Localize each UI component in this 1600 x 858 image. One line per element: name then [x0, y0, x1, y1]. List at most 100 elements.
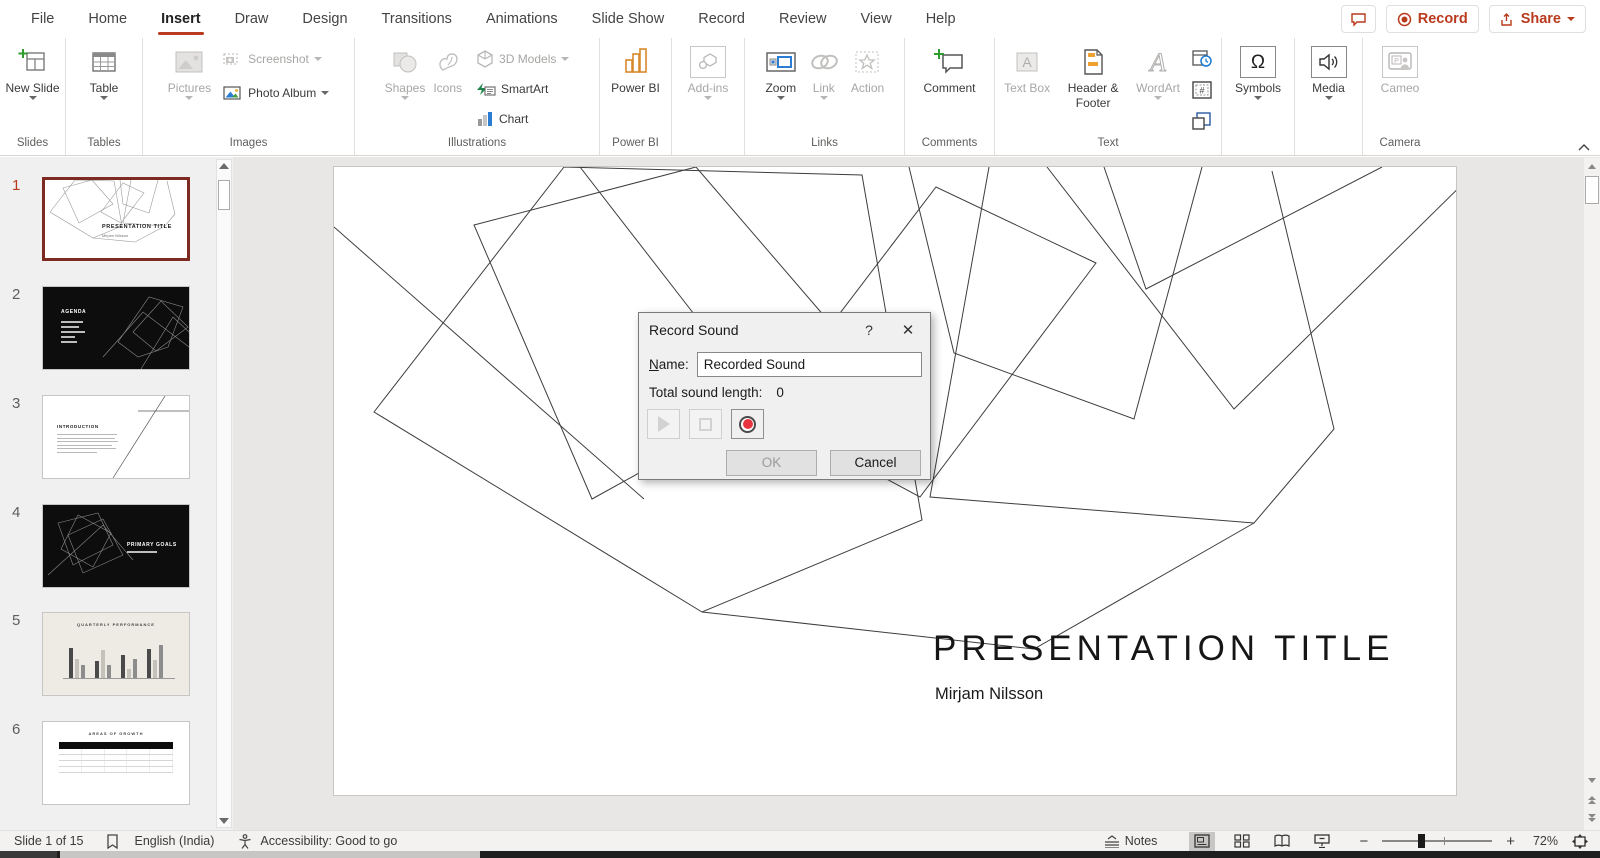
dialog-title-bar[interactable]: Record Sound ? ✕	[639, 313, 930, 346]
play-sound-button[interactable]	[647, 409, 680, 439]
cancel-button[interactable]: Cancel	[830, 450, 921, 476]
thumbnail-scrollbar-thumb[interactable]	[218, 180, 230, 210]
media-button[interactable]: Media	[1308, 43, 1350, 102]
chevron-up-icon	[1578, 144, 1590, 151]
canvas-scrollbar[interactable]	[1584, 158, 1600, 830]
slide-thumbnail-1[interactable]: PRESENTATION TITLE Mirjam Nilsson	[42, 177, 190, 261]
fit-slide-to-window-button[interactable]	[1572, 834, 1588, 849]
record-button[interactable]: Record	[1386, 5, 1479, 33]
content-area: 1 PRESENTATION TITLE Mirjam Nilsson 2	[0, 157, 1600, 830]
new-slide-button[interactable]: New Slide	[2, 43, 62, 102]
table-button[interactable]: Table	[87, 43, 122, 102]
slide-indicator[interactable]: Slide 1 of 15	[14, 834, 84, 848]
zoom-level[interactable]: 72%	[1533, 834, 1558, 848]
symbols-button[interactable]: Ω Symbols	[1232, 43, 1284, 102]
ok-button[interactable]: OK	[726, 450, 817, 476]
scroll-down-button[interactable]	[1584, 772, 1600, 788]
zoom-in-button[interactable]: +	[1506, 833, 1515, 850]
ribbon-group-add-ins: Add-ins	[672, 38, 745, 155]
menu-tab-file[interactable]: File	[14, 0, 71, 38]
reading-view-button[interactable]	[1269, 832, 1295, 851]
comment-button[interactable]: Comment	[920, 43, 978, 98]
menu-tab-review[interactable]: Review	[762, 0, 844, 38]
scroll-down-icon[interactable]	[219, 818, 229, 824]
screenshot-button[interactable]: Screenshot	[220, 46, 332, 72]
photo-album-button[interactable]: Photo Album	[220, 80, 332, 106]
icons-button[interactable]: Icons	[430, 43, 465, 98]
text-box-button[interactable]: A Text Box	[1001, 43, 1053, 98]
canvas-scrollbar-thumb[interactable]	[1585, 176, 1599, 204]
accessibility-icon[interactable]	[238, 834, 252, 849]
menu-tab-design[interactable]: Design	[285, 0, 364, 38]
text-box-icon: A	[1013, 45, 1041, 79]
zoom-slider-handle[interactable]	[1418, 834, 1425, 848]
normal-view-button[interactable]	[1189, 832, 1215, 851]
chevron-down-icon	[1154, 96, 1162, 100]
name-label: Name:	[649, 357, 689, 372]
power-bi-button[interactable]: Power BI	[608, 43, 663, 98]
thumbnail-title: INTRODUCTION	[57, 424, 99, 429]
slide-number-icon: #	[1192, 81, 1212, 99]
slide-thumbnail-2[interactable]: AGENDA	[42, 286, 190, 370]
menu-tab-view[interactable]: View	[844, 0, 909, 38]
record-icon	[739, 416, 756, 433]
next-slide-button[interactable]	[1584, 810, 1600, 826]
slide-thumbnail-4[interactable]: PRIMARY GOALS	[42, 504, 190, 588]
record-sound-button[interactable]	[731, 409, 764, 439]
collapse-ribbon-button[interactable]	[1578, 144, 1590, 151]
slide-thumbnail-6[interactable]: AREAS OF GROWTH	[42, 721, 190, 805]
chevron-down-icon	[1254, 96, 1262, 100]
share-button[interactable]: Share	[1489, 5, 1586, 33]
chevron-down-icon	[314, 57, 322, 61]
action-button[interactable]: Action	[848, 43, 887, 98]
spellcheck-icon[interactable]	[106, 834, 119, 849]
header-footer-button[interactable]: Header & Footer	[1059, 43, 1127, 113]
menu-tab-record[interactable]: Record	[681, 0, 762, 38]
slideshow-view-button[interactable]	[1309, 832, 1335, 851]
link-label: Link	[813, 81, 835, 96]
menu-tab-help[interactable]: Help	[909, 0, 973, 38]
menu-tab-insert[interactable]: Insert	[144, 0, 218, 38]
add-ins-button[interactable]: Add-ins	[685, 43, 732, 102]
menu-tab-slide-show[interactable]: Slide Show	[575, 0, 682, 38]
slide-title-text[interactable]: PRESENTATION TITLE	[933, 629, 1394, 669]
wordart-button[interactable]: A WordArt	[1133, 43, 1183, 102]
zoom-button[interactable]: Zoom	[762, 43, 800, 102]
slide-thumbnail-3[interactable]: INTRODUCTION	[42, 395, 190, 479]
menu-tab-home[interactable]: Home	[71, 0, 144, 38]
slide-number-button[interactable]: #	[1189, 77, 1215, 103]
smartart-button[interactable]: SmartArt	[473, 76, 572, 102]
menu-tab-draw[interactable]: Draw	[218, 0, 286, 38]
cameo-button[interactable]: P Cameo	[1378, 43, 1423, 98]
scroll-up-icon[interactable]	[219, 163, 229, 169]
menu-tab-transitions[interactable]: Transitions	[365, 0, 469, 38]
slide-subtitle-text[interactable]: Mirjam Nilsson	[935, 685, 1043, 704]
chart-button[interactable]: Chart	[473, 106, 572, 132]
dialog-close-button[interactable]: ✕	[886, 321, 930, 339]
3d-models-button[interactable]: 3D Models	[473, 46, 572, 72]
thumbnail-scrollbar[interactable]	[216, 159, 232, 828]
previous-slide-button[interactable]	[1584, 792, 1600, 808]
dialog-help-button[interactable]: ?	[852, 322, 886, 338]
menu-tab-animations[interactable]: Animations	[469, 0, 575, 38]
comments-pane-button[interactable]	[1341, 5, 1376, 33]
shapes-button[interactable]: Shapes	[382, 43, 429, 102]
scroll-up-button[interactable]	[1584, 158, 1600, 174]
slide-thumbnail-5[interactable]: QUARTERLY PERFORMANCE	[42, 612, 190, 696]
accessibility-status[interactable]: Accessibility: Good to go	[260, 834, 397, 848]
symbols-label: Symbols	[1235, 81, 1281, 96]
ribbon-group-media: Media	[1295, 38, 1363, 155]
language-indicator[interactable]: English (India)	[135, 834, 215, 848]
notes-button[interactable]: Notes	[1104, 834, 1158, 848]
object-button[interactable]	[1189, 108, 1215, 134]
zoom-slider[interactable]	[1382, 840, 1492, 842]
group-label-text: Text	[995, 135, 1221, 155]
slide-canvas[interactable]: PRESENTATION TITLE Mirjam Nilsson	[333, 166, 1457, 796]
link-button[interactable]: Link	[806, 43, 842, 102]
zoom-out-button[interactable]: −	[1359, 833, 1368, 850]
date-time-button[interactable]	[1189, 46, 1215, 72]
slide-sorter-view-button[interactable]	[1229, 832, 1255, 851]
sound-name-input[interactable]	[697, 352, 922, 377]
pictures-button[interactable]: Pictures	[165, 43, 214, 102]
stop-sound-button[interactable]	[689, 409, 722, 439]
